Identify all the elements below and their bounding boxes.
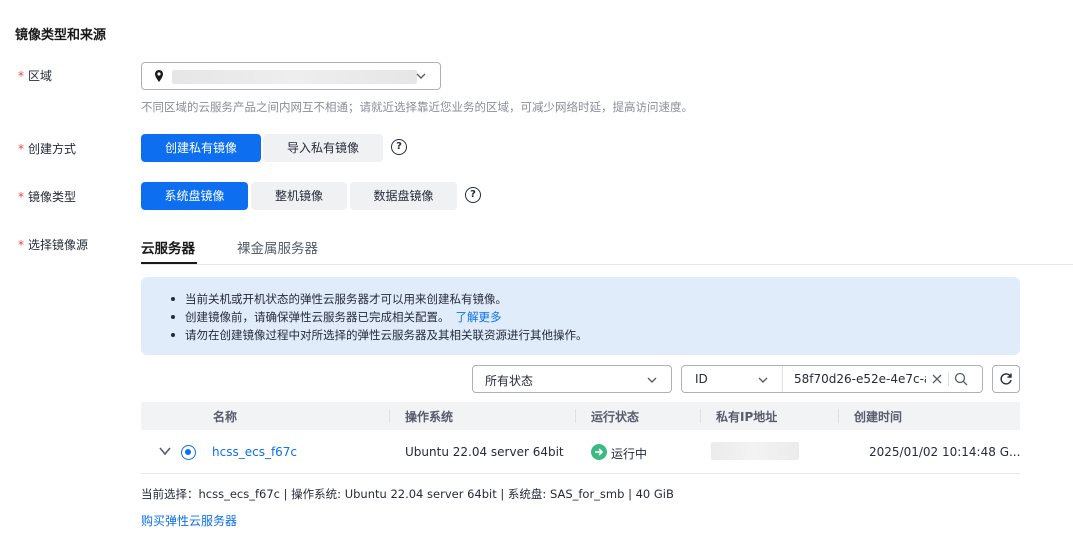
info-box: 当前关机或开机状态的弹性云服务器才可以用来创建私有镜像。 创建镜像前，请确保弹性… [141,277,1020,355]
server-name-link[interactable]: hcss_ecs_f67c [212,445,297,459]
column-header-name: 名称 [213,410,238,424]
table-header: 名称 操作系统 运行状态 私有IP地址 创建时间 [141,402,1020,430]
table-row[interactable]: hcss_ecs_f67c Ubuntu 22.04 server 64bit … [141,430,1020,474]
buy-ecs-link[interactable]: 购买弹性云服务器 [141,512,237,529]
required-mark: * [18,69,24,83]
private-ip-redacted [711,442,799,460]
column-header-created: 创建时间 [854,410,903,424]
chevron-down-icon [416,73,426,79]
search-icon[interactable] [954,372,968,386]
chevron-down-icon [647,377,657,383]
search-key-select[interactable]: ID [695,372,708,386]
image-type-label: * 镜像类型 [18,188,76,205]
column-header-os: 操作系统 [405,410,454,424]
column-divider [700,409,701,423]
section-title: 镜像类型和来源 [15,28,107,43]
region-label-text: 区域 [28,69,53,83]
server-os: Ubuntu 22.04 server 64bit [405,445,564,459]
region-value-redacted [172,70,417,84]
full-ecs-image-button[interactable]: 整机镜像 [251,182,347,210]
required-mark: * [18,238,24,252]
info-item: 请勿在创建镜像过程中对所选择的弹性云服务器及其相关联资源进行其他操作。 [171,326,588,344]
tabs-divider [141,264,1073,265]
chevron-down-icon [758,377,768,383]
info-item: 创建镜像前，请确保弹性云服务器已完成相关配置。 了解更多 [171,308,588,326]
create-private-image-button[interactable]: 创建私有镜像 [141,134,261,162]
row-radio[interactable] [181,445,196,460]
server-created-time: 2025/01/02 10:14:48 G... [869,445,1021,459]
status-filter-value: 所有状态 [485,374,534,388]
column-divider [575,409,576,423]
image-source-label: * 选择镜像源 [18,236,88,253]
column-header-status: 运行状态 [591,410,640,424]
system-disk-image-button[interactable]: 系统盘镜像 [141,182,248,210]
import-private-image-button[interactable]: 导入私有镜像 [263,134,383,162]
tab-bms[interactable]: 裸金属服务器 [237,237,318,257]
current-selection-summary: 当前选择：hcss_ecs_f67c | 操作系统: Ubuntu 22.04 … [141,487,674,501]
info-item: 当前关机或开机状态的弹性云服务器才可以用来创建私有镜像。 [171,290,588,308]
location-pin-icon [155,70,163,82]
help-icon[interactable]: ? [391,139,407,155]
column-header-ip: 私有IP地址 [716,410,778,424]
search-input[interactable]: 58f70d26-e52e-4e7c-a7 [794,372,926,386]
search-group[interactable]: ID 58f70d26-e52e-4e7c-a7 [681,365,983,393]
create-method-label: * 创建方式 [18,140,76,157]
close-icon[interactable] [931,373,943,385]
image-source-label-text: 选择镜像源 [28,238,89,252]
image-type-label-text: 镜像类型 [28,190,77,204]
column-divider [838,409,839,423]
create-method-label-text: 创建方式 [28,142,77,156]
region-hint: 不同区域的云服务产品之间内网互不相通；请就近选择靠近您业务的区域，可减少网络时延… [141,100,693,114]
active-tab-indicator [141,262,197,264]
help-icon[interactable]: ? [465,187,481,203]
status-filter-select[interactable]: 所有状态 [472,365,672,393]
learn-more-link[interactable]: 了解更多 [456,310,502,324]
region-label: * 区域 [18,67,52,84]
search-divider [948,372,949,386]
search-divider [782,366,783,392]
required-mark: * [18,142,24,156]
required-mark: * [18,190,24,204]
refresh-icon [1000,373,1012,385]
server-status: 运行中 [611,447,648,461]
running-icon [591,444,607,460]
region-select[interactable] [141,62,441,90]
tab-ecs[interactable]: 云服务器 [141,237,195,257]
refresh-button[interactable] [992,365,1020,393]
column-divider [389,409,390,423]
chevron-down-icon[interactable] [159,446,171,456]
data-disk-image-button[interactable]: 数据盘镜像 [350,182,457,210]
